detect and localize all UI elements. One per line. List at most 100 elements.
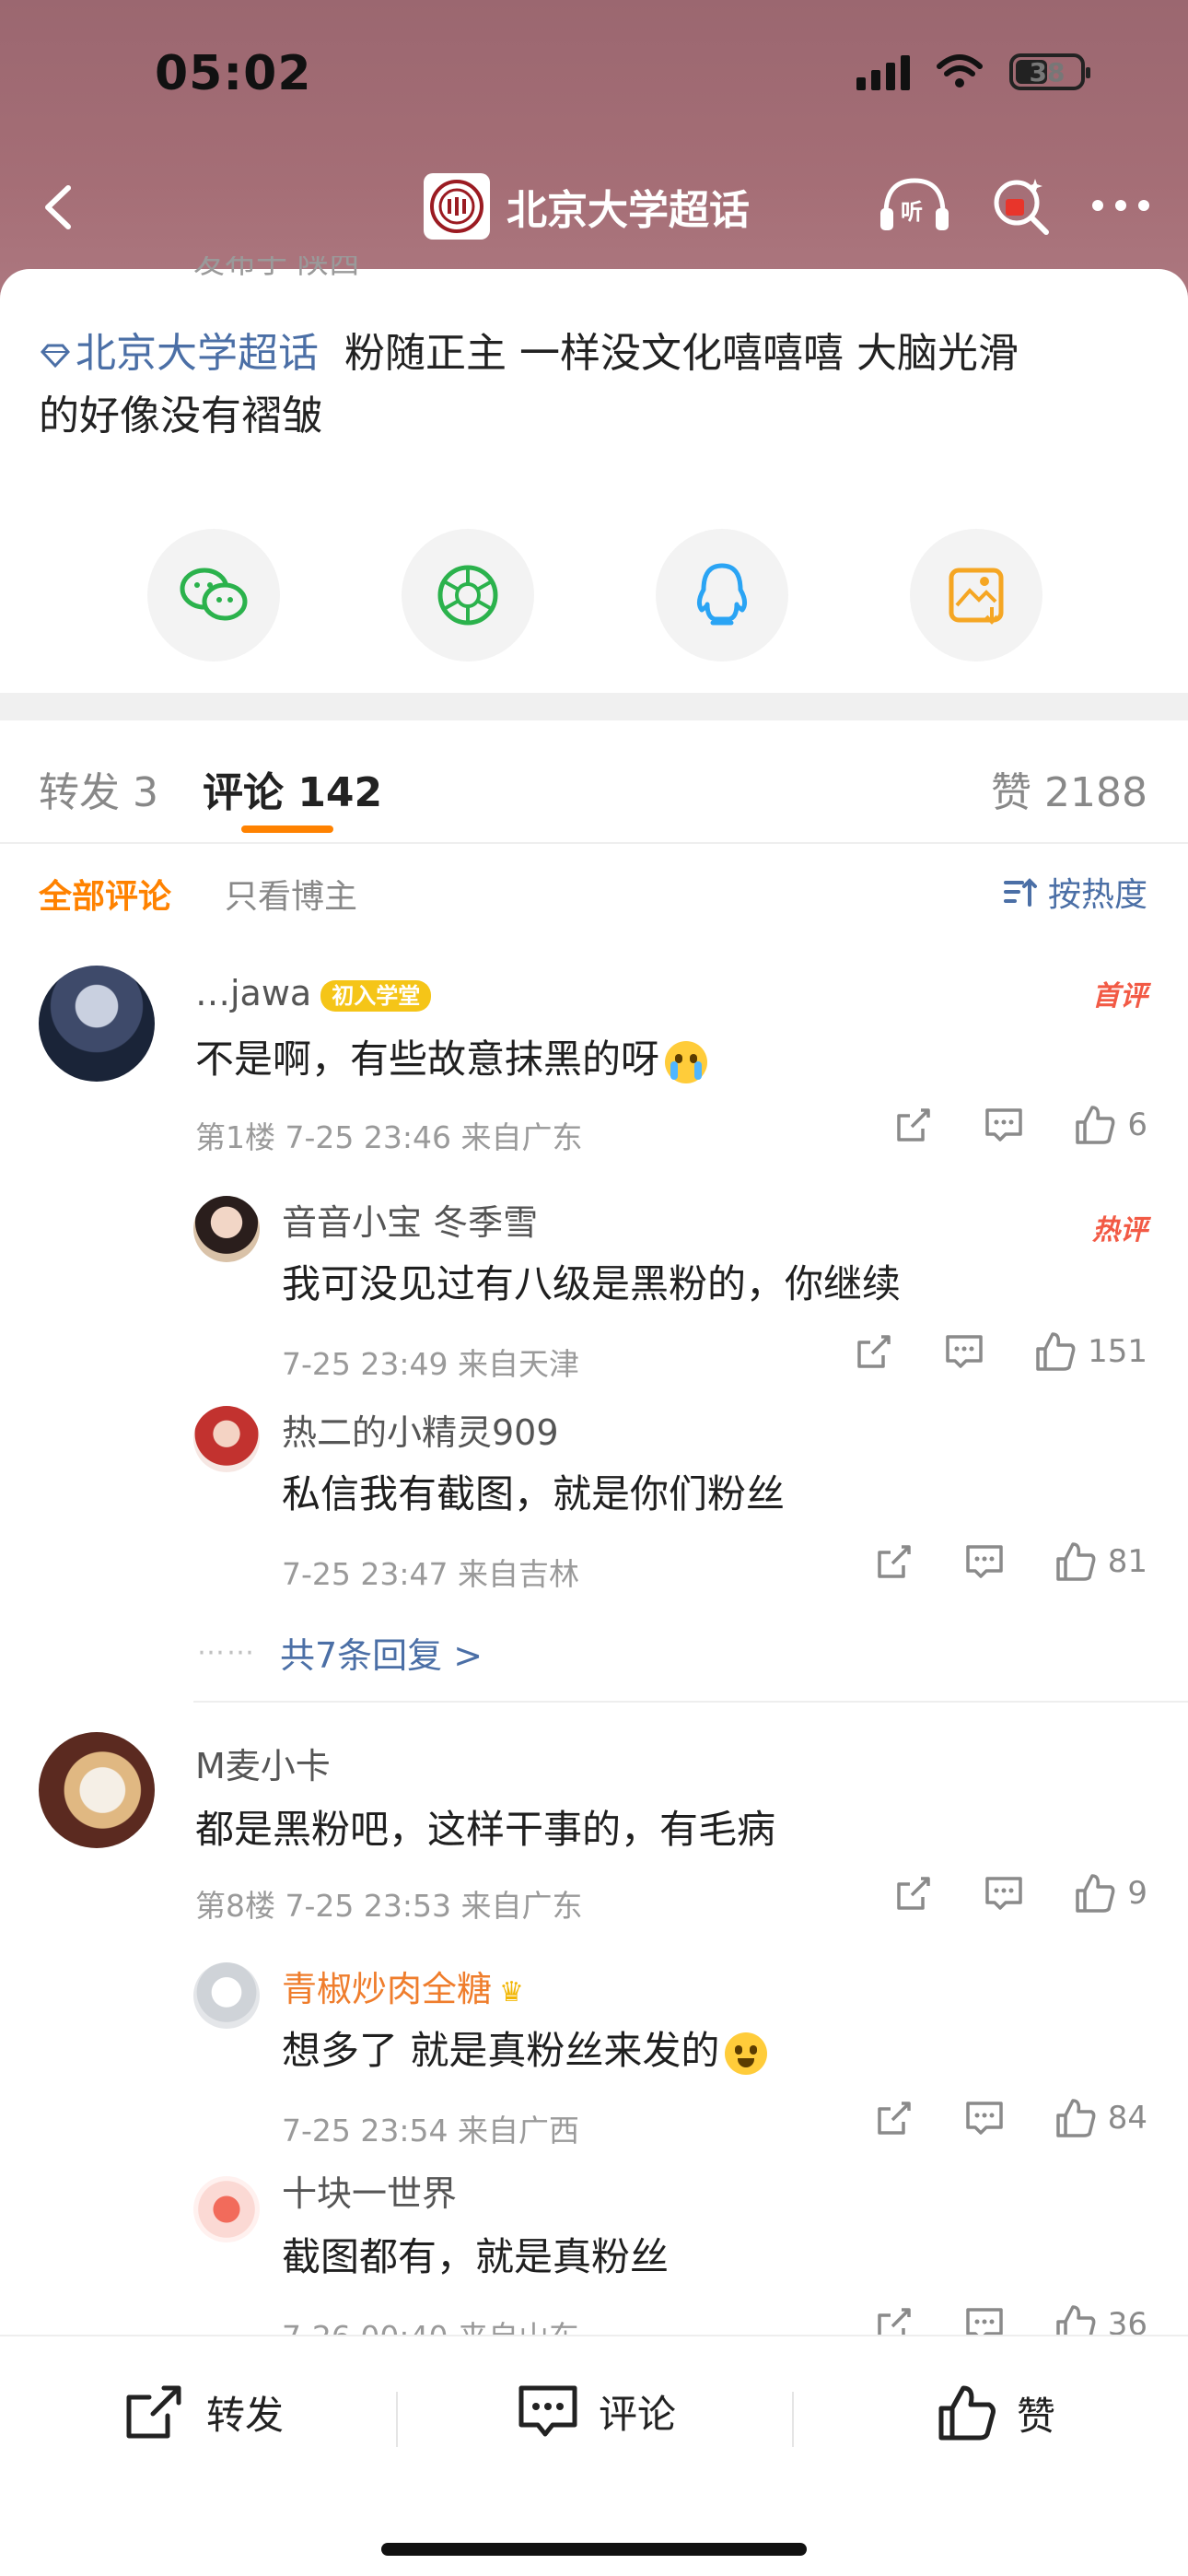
post-body-line2: 的好像没有褶皱 xyxy=(39,392,322,439)
diamond-icon xyxy=(40,344,71,368)
reply-comment-button[interactable] xyxy=(964,2098,1005,2138)
wifi-icon xyxy=(937,54,983,88)
reply-comment-button[interactable] xyxy=(984,1873,1024,1914)
svg-text:听: 听 xyxy=(901,199,923,225)
bottom-action-bar: 转发 评论 赞 xyxy=(0,2335,1188,2576)
comment-button[interactable]: 评论 xyxy=(518,2383,676,2440)
nav-actions: 听 xyxy=(877,173,1151,238)
like-count: 84 xyxy=(1107,2100,1147,2137)
like-label: 赞 xyxy=(1017,2393,1056,2439)
reply-author[interactable]: 音音小宝 冬季雪 xyxy=(282,1194,538,1245)
user-level-badge: 初入学堂 xyxy=(320,979,432,1012)
repost-label: 转发 xyxy=(206,2392,285,2438)
avatar[interactable] xyxy=(39,1732,155,1848)
tab-comments[interactable]: 评论 142 xyxy=(203,759,382,818)
repost-comment-button[interactable] xyxy=(854,1331,894,1372)
nav-title-group[interactable]: 北京大学超话 xyxy=(424,173,750,240)
share-icon xyxy=(857,1335,891,1368)
thumbs-up-icon xyxy=(1076,1106,1115,1144)
bottom-separator xyxy=(792,2392,794,2447)
share-wechat-button[interactable] xyxy=(147,529,280,662)
like-comment-button[interactable]: 151 xyxy=(1034,1330,1147,1373)
comment-text-content: 不是啊，有些故意抹黑的呀 xyxy=(195,1036,660,1082)
filter-author-only[interactable]: 只看博主 xyxy=(225,870,357,918)
like-comment-button[interactable]: 9 xyxy=(1074,1872,1147,1914)
post-location-clipped: 发布于 陕西 xyxy=(193,256,360,276)
tab-repost[interactable]: 转发 3 xyxy=(39,759,158,818)
more-icon[interactable] xyxy=(1090,196,1151,215)
avatar[interactable] xyxy=(193,1406,260,1472)
comment-icon xyxy=(946,1335,983,1368)
comment-icon xyxy=(965,1545,1003,1578)
thumbs-up-icon xyxy=(938,2385,996,2441)
status-time: 05:02 xyxy=(155,46,312,101)
save-image-button[interactable] xyxy=(910,529,1042,662)
repost-comment-button[interactable] xyxy=(874,2098,914,2138)
repost-comment-button[interactable] xyxy=(893,1105,934,1145)
comment-author-name: …jawa xyxy=(195,973,312,1013)
reply-comment-button[interactable] xyxy=(944,1331,984,1372)
repost-comment-button[interactable] xyxy=(874,1541,914,1582)
status-icons: 38 xyxy=(856,53,1090,90)
back-icon[interactable] xyxy=(28,175,92,240)
crown-icon: ♛ xyxy=(499,1976,524,2008)
more-replies-label: 共7条回复 > xyxy=(280,1635,483,1676)
reply-author[interactable]: 十块一世界 xyxy=(282,2165,457,2216)
sort-icon xyxy=(1003,878,1037,907)
reply-meta: 7-25 23:54 来自广西 xyxy=(282,2113,579,2149)
post-text: 北京大学超话 粉随正主 一样没文化嘻嘻嘻 大脑光滑 的好像没有褶皱 xyxy=(39,322,1153,448)
sort-by-hot-button[interactable]: 按热度 xyxy=(1002,868,1147,916)
reply-text: 私信我有截图，就是你们粉丝 xyxy=(282,1471,786,1516)
reply-meta: 7-25 23:47 来自吉林 xyxy=(282,1556,579,1592)
comment-label: 评论 xyxy=(599,2391,677,2437)
like-comment-button[interactable]: 6 xyxy=(1074,1104,1147,1146)
comment-author[interactable]: M麦小卡 xyxy=(195,1738,331,1788)
nav-title: 北京大学超话 xyxy=(507,187,750,234)
tab-active-indicator xyxy=(241,825,333,833)
reply-text: 想多了 就是真粉丝来发的 xyxy=(282,2020,768,2076)
repost-comment-button[interactable] xyxy=(893,1873,934,1914)
tab-likes[interactable]: 赞 2188 xyxy=(991,759,1147,818)
avatar[interactable] xyxy=(39,966,155,1082)
share-moments-button[interactable] xyxy=(402,529,534,662)
cellular-signal-icon xyxy=(856,53,910,90)
thumbs-up-icon xyxy=(1055,1542,1096,1581)
reply-comment-button[interactable] xyxy=(964,1541,1005,1582)
like-comment-button[interactable]: 81 xyxy=(1054,1540,1147,1583)
listen-icon[interactable]: 听 xyxy=(877,173,952,238)
sort-label: 按热度 xyxy=(1047,876,1147,914)
qq-icon xyxy=(696,563,748,626)
view-more-replies-link[interactable]: ⋯⋯ 共7条回复 > xyxy=(197,1627,483,1678)
comment-icon xyxy=(518,2385,577,2437)
reply-comment-button[interactable] xyxy=(984,1105,1024,1145)
moments-icon xyxy=(437,565,498,626)
share-targets xyxy=(0,529,1188,663)
reply-text-content: 想多了 就是真粉丝来发的 xyxy=(282,2028,720,2073)
repost-icon xyxy=(126,2385,181,2439)
share-qq-button[interactable] xyxy=(656,529,788,662)
section-separator xyxy=(0,693,1188,720)
reply-author[interactable]: 青椒炒肉全糖 ♛ xyxy=(282,1961,524,2011)
avatar[interactable] xyxy=(193,1196,260,1262)
comment-meta: 第8楼 7-25 23:53 来自广东 xyxy=(195,1888,583,1924)
reply-text: 截图都有，就是真粉丝 xyxy=(282,2234,670,2279)
topic-link[interactable]: 北京大学超话 xyxy=(39,330,319,377)
battery-icon: 38 xyxy=(1009,53,1090,90)
post-body-line1: 粉随正主 一样没文化嘻嘻嘻 大脑光滑 xyxy=(344,330,1019,377)
wechat-icon xyxy=(180,568,248,621)
comment-author[interactable]: …jawa 初入学堂 xyxy=(195,973,432,1013)
ai-search-icon[interactable] xyxy=(989,173,1054,238)
avatar[interactable] xyxy=(193,1962,260,2029)
comment-icon xyxy=(965,2102,1003,2135)
share-icon xyxy=(877,2102,911,2135)
like-comment-button[interactable]: 84 xyxy=(1054,2097,1147,2139)
filter-all-comments[interactable]: 全部评论 xyxy=(39,870,171,918)
reply-actions: 84 xyxy=(824,2097,1147,2139)
hot-comment-tag: 热评 xyxy=(1092,1214,1147,1247)
share-icon xyxy=(897,1877,931,1910)
like-button[interactable]: 赞 xyxy=(936,2383,1055,2443)
reply-author[interactable]: 热二的小精灵909 xyxy=(282,1404,559,1455)
avatar[interactable] xyxy=(193,2176,260,2242)
comment-icon xyxy=(985,1108,1023,1142)
repost-button[interactable]: 转发 xyxy=(122,2383,284,2441)
